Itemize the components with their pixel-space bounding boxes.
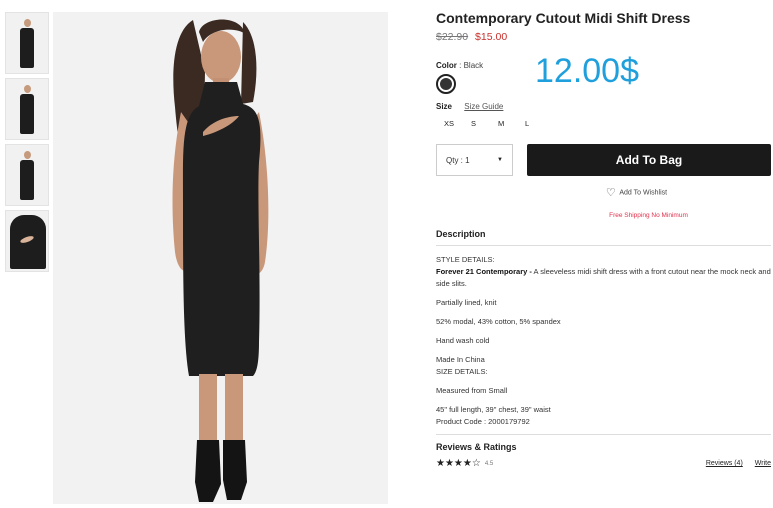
size-option-s[interactable]: S xyxy=(463,119,490,128)
thumbnail-2[interactable] xyxy=(5,78,49,140)
description-summary: Forever 21 Contemporary - A sleeveless m… xyxy=(436,266,771,290)
size-details-label: SIZE DETAILS: xyxy=(436,367,488,376)
price-row: $22.90 $15.00 xyxy=(436,31,771,43)
purchase-actions: Qty : 1 ▼ Add To Bag xyxy=(436,144,771,176)
swatch-fill xyxy=(440,78,452,90)
detail-lining: Partially lined, knit xyxy=(436,298,497,307)
reviews-row: ★★★★☆ 4.5 Reviews (4) Write xyxy=(436,458,771,469)
model-illustration xyxy=(172,19,269,502)
size-options: XS S M L xyxy=(436,119,771,128)
description-body: STYLE DETAILS: Forever 21 Contemporary -… xyxy=(436,254,771,428)
size-detail-measured: Measured from Small xyxy=(436,386,508,395)
brand-line: Forever 21 Contemporary - xyxy=(436,267,532,276)
description-heading: Description xyxy=(436,229,771,246)
sale-price: $15.00 xyxy=(475,31,508,43)
write-review-link[interactable]: Write xyxy=(755,460,771,467)
add-to-bag-button[interactable]: Add To Bag xyxy=(527,144,771,176)
size-label-row: Size Size Guide xyxy=(436,102,771,111)
color-separator: : xyxy=(459,61,462,70)
quantity-label: Qty : 1 xyxy=(446,155,470,165)
chevron-down-icon: ▼ xyxy=(497,157,503,163)
size-option-l[interactable]: L xyxy=(517,119,544,128)
size-label: Size xyxy=(436,102,453,111)
detail-fabric: 52% modal, 43% cotton, 5% spandex xyxy=(436,317,561,326)
rating-value: 4.5 xyxy=(484,460,494,467)
detail-care: Hand wash cold xyxy=(436,336,490,345)
product-detail-panel: Contemporary Cutout Midi Shift Dress $22… xyxy=(436,10,771,469)
color-label: Color xyxy=(436,61,457,70)
product-title: Contemporary Cutout Midi Shift Dress xyxy=(436,10,691,26)
original-price: $22.90 xyxy=(436,31,469,43)
reviews-heading: Reviews & Ratings xyxy=(436,434,771,452)
star-rating-icon: ★★★★☆ xyxy=(436,458,481,469)
color-value: Black xyxy=(463,61,484,70)
quantity-select[interactable]: Qty : 1 ▼ xyxy=(436,144,513,176)
overlay-price: 12.00$ xyxy=(535,52,639,90)
add-to-wishlist-link[interactable]: ♡ Add To Wishlist xyxy=(436,186,771,199)
size-guide-link[interactable]: Size Guide xyxy=(464,102,503,111)
size-option-m[interactable]: M xyxy=(490,119,517,128)
main-product-image[interactable] xyxy=(53,12,388,504)
thumbnail-4[interactable] xyxy=(5,210,49,272)
heart-icon: ♡ xyxy=(605,187,616,199)
reviews-link[interactable]: Reviews (4) xyxy=(706,460,743,467)
thumbnail-3[interactable] xyxy=(5,144,49,206)
detail-origin: Made In China xyxy=(436,355,485,364)
review-links: Reviews (4) Write xyxy=(706,460,771,467)
thumbnail-strip xyxy=(5,12,49,276)
product-code: Product Code : 2000179792 xyxy=(436,417,530,426)
color-swatch-black[interactable] xyxy=(436,74,456,94)
add-to-wishlist-label: Add To Wishlist xyxy=(619,189,668,197)
thumbnail-1[interactable] xyxy=(5,12,49,74)
shipping-note: Free Shipping No Minimum xyxy=(609,212,688,219)
style-details-label: STYLE DETAILS: xyxy=(436,255,495,264)
size-detail-dimensions: 45" full length, 39" chest, 39" waist xyxy=(436,405,551,414)
size-option-xs[interactable]: XS xyxy=(436,119,463,128)
